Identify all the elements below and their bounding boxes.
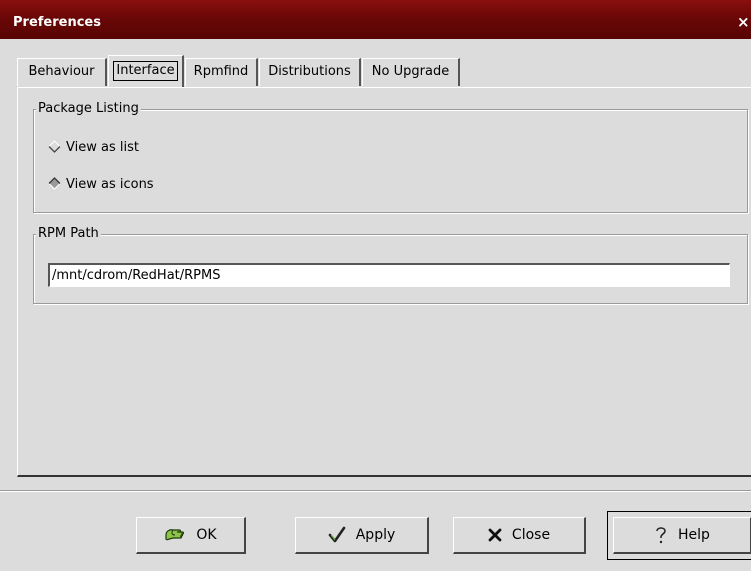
- tab-label: Interface: [113, 61, 178, 81]
- tab-no-upgrade[interactable]: No Upgrade: [362, 58, 460, 86]
- radio-view-as-list[interactable]: View as list: [48, 138, 139, 158]
- help-label: Help: [678, 527, 710, 543]
- tab-interface[interactable]: Interface: [108, 55, 184, 87]
- window-close-icon[interactable]: ×: [737, 12, 751, 32]
- package-listing-frame: Package Listing View as list View as ico…: [33, 101, 748, 213]
- radio-label: View as list: [66, 140, 139, 155]
- tab-rpmfind[interactable]: Rpmfind: [185, 58, 258, 86]
- rpm-path-frame: RPM Path: [33, 226, 748, 304]
- tab-label: Distributions: [268, 64, 351, 79]
- help-button[interactable]: Help: [613, 517, 751, 554]
- tab-distributions[interactable]: Distributions: [259, 58, 361, 86]
- checkmark-icon: [328, 526, 346, 544]
- radio-unchecked-icon[interactable]: [48, 140, 61, 153]
- tab-label: Rpmfind: [193, 64, 249, 79]
- question-icon: [654, 525, 668, 545]
- radio-label: View as icons: [66, 177, 154, 192]
- tab-label: No Upgrade: [371, 64, 450, 79]
- title-bar[interactable]: Preferences ×: [0, 0, 751, 39]
- tab-behaviour[interactable]: Behaviour: [17, 58, 107, 86]
- radio-view-as-icons[interactable]: View as icons: [48, 175, 154, 195]
- apply-label: Apply: [355, 527, 396, 543]
- close-button[interactable]: Close: [453, 517, 586, 554]
- ok-button[interactable]: OK: [136, 517, 246, 554]
- radio-checked-icon[interactable]: [48, 177, 61, 190]
- rpm-path-input[interactable]: [48, 263, 730, 287]
- x-icon: [488, 528, 502, 542]
- package-listing-label: Package Listing: [36, 101, 141, 117]
- separator: [0, 490, 751, 492]
- ok-hand-icon: [164, 526, 186, 544]
- help-default-frame: Help: [607, 511, 751, 560]
- close-label: Close: [511, 527, 551, 543]
- window-title: Preferences: [13, 15, 101, 30]
- ok-label: OK: [196, 527, 217, 543]
- tab-label: Behaviour: [28, 64, 95, 79]
- tab-panel-interface: Package Listing View as list View as ico…: [17, 87, 751, 477]
- rpm-path-label: RPM Path: [36, 226, 101, 242]
- apply-button[interactable]: Apply: [295, 517, 429, 554]
